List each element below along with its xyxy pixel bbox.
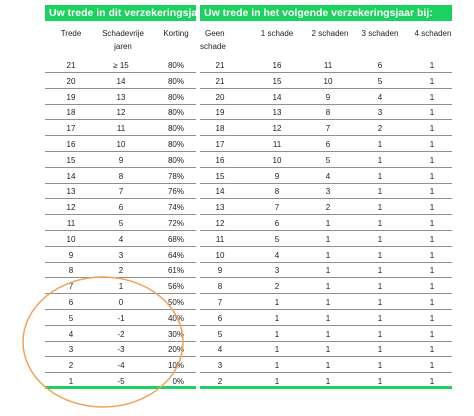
highlight-ellipse — [22, 276, 184, 408]
orange-circle-annotation — [22, 276, 184, 408]
